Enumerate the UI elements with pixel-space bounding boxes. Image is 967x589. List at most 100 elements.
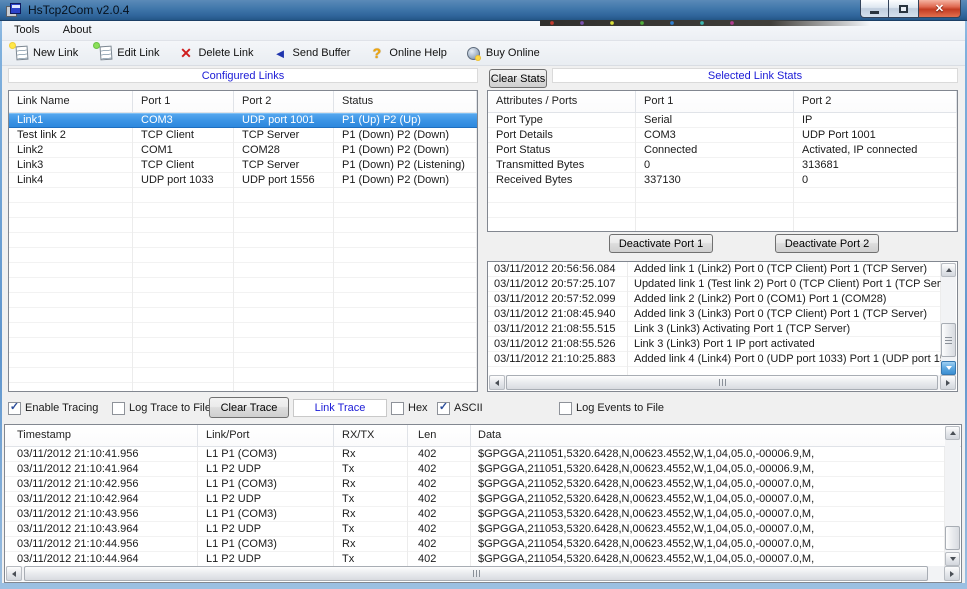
arrow-up-icon	[946, 265, 952, 272]
trace-row[interactable]: 03/11/2012 21:10:44.964L1 P2 UDPTx402$GP…	[5, 552, 945, 566]
event-log-rows: 03/11/2012 20:56:56.084Added link 1 (Lin…	[488, 262, 941, 375]
event-log-vertical-scrollbar[interactable]	[941, 263, 956, 375]
scroll-down-button[interactable]	[945, 552, 960, 566]
empty-row	[9, 233, 477, 248]
trace-horizontal-scrollbar[interactable]	[6, 566, 960, 581]
link-row-cell	[234, 338, 334, 353]
link-row-cell	[334, 248, 477, 263]
column-header-status[interactable]: Status	[334, 91, 477, 113]
scroll-right-button[interactable]	[940, 375, 956, 390]
trace-row-cell: 402	[408, 492, 471, 507]
scroll-up-button[interactable]	[941, 263, 956, 277]
menu-tools[interactable]: Tools	[6, 21, 48, 36]
scrollbar-thumb[interactable]	[945, 526, 960, 550]
stats-row-cell: Port Details	[488, 128, 636, 143]
trace-row[interactable]: 03/11/2012 21:10:42.964L1 P2 UDPTx402$GP…	[5, 492, 945, 507]
link-row[interactable]: Link3TCP ClientTCP ServerP1 (Down) P2 (L…	[9, 158, 477, 173]
column-header-data[interactable]: Data	[471, 425, 961, 447]
new-link-button[interactable]: New Link	[8, 43, 85, 63]
deactivate-port2-button[interactable]: Deactivate Port 2	[775, 234, 879, 253]
edit-link-button[interactable]: Edit Link	[92, 43, 166, 63]
trace-row-cell: $GPGGA,211054,5320.6428,N,00623.4552,W,1…	[471, 537, 945, 552]
event-row-cell: 03/11/2012 20:57:25.107	[488, 277, 628, 292]
event-log-horizontal-scrollbar[interactable]	[489, 375, 956, 390]
trace-vertical-scrollbar[interactable]	[945, 426, 960, 566]
event-row[interactable]: 03/11/2012 20:57:52.099Added link 2 (Lin…	[488, 292, 941, 307]
column-header-link-port[interactable]: Link/Port	[198, 425, 334, 447]
buy-online-button[interactable]: Buy Online	[461, 43, 547, 63]
column-header-stats-port2[interactable]: Port 2	[794, 91, 957, 113]
scrollbar-thumb[interactable]	[941, 323, 956, 357]
link-row-cell: Link4	[9, 173, 133, 188]
event-row-cell	[628, 367, 941, 375]
close-button[interactable]: ✕	[918, 0, 961, 18]
column-header-len[interactable]: Len	[408, 425, 471, 447]
stats-row[interactable]: Received Bytes3371300	[488, 173, 957, 188]
online-help-button[interactable]: ? Online Help	[364, 43, 453, 63]
scroll-left-button[interactable]	[489, 375, 505, 390]
link-row-cell	[9, 308, 133, 323]
link-row[interactable]: Link2COM1COM28P1 (Down) P2 (Down)	[9, 143, 477, 158]
link-row-cell	[334, 323, 477, 338]
column-header-stats-port1[interactable]: Port 1	[636, 91, 794, 113]
event-row[interactable]: 03/11/2012 20:57:25.107Updated link 1 (T…	[488, 277, 941, 292]
event-row-cell: Added link 2 (Link2) Port 0 (COM1) Port …	[628, 292, 941, 307]
stats-row-cell	[636, 188, 794, 203]
log-events-to-file-checkbox[interactable]: Log Events to File	[559, 401, 664, 415]
scroll-down-button[interactable]	[941, 361, 956, 375]
menu-about[interactable]: About	[55, 21, 100, 36]
send-buffer-button[interactable]: ◄ Send Buffer	[268, 43, 358, 63]
event-row[interactable]: 03/11/2012 20:56:56.084Added link 1 (Lin…	[488, 262, 941, 277]
deactivate-port1-button[interactable]: Deactivate Port 1	[609, 234, 713, 253]
column-header-rxtx[interactable]: RX/TX	[334, 425, 408, 447]
stats-row[interactable]: Port DetailsCOM3UDP Port 1001	[488, 128, 957, 143]
minimize-button[interactable]	[860, 0, 889, 18]
scroll-up-button[interactable]	[945, 426, 960, 440]
titlebar[interactable]: HsTcp2Com v2.0.4 ✕	[0, 0, 967, 21]
hex-checkbox[interactable]: Hex	[391, 401, 428, 415]
scroll-right-button[interactable]	[944, 566, 960, 581]
event-row[interactable]: 03/11/2012 21:08:55.526Link 3 (Link3) Po…	[488, 337, 941, 352]
link-row-cell	[9, 323, 133, 338]
column-header-port1[interactable]: Port 1	[133, 91, 234, 113]
trace-row[interactable]: 03/11/2012 21:10:42.956L1 P1 (COM3)Rx402…	[5, 477, 945, 492]
maximize-button[interactable]	[889, 0, 918, 18]
enable-tracing-checkbox[interactable]: Enable Tracing	[8, 401, 98, 415]
configured-links-title-text: Configured Links	[202, 70, 285, 82]
event-row[interactable]: 03/11/2012 21:10:25.883Added link 4 (Lin…	[488, 352, 941, 367]
ascii-checkbox[interactable]: ASCII	[437, 401, 483, 415]
grip-icon	[945, 337, 952, 344]
column-header-link-name[interactable]: Link Name	[9, 91, 133, 113]
trace-row[interactable]: 03/11/2012 21:10:44.956L1 P1 (COM3)Rx402…	[5, 537, 945, 552]
column-header-timestamp[interactable]: Timestamp	[5, 425, 198, 447]
trace-row[interactable]: 03/11/2012 21:10:41.964L1 P2 UDPTx402$GP…	[5, 462, 945, 477]
link-row[interactable]: Link1COM3UDP port 1001P1 (Up) P2 (Up)	[9, 113, 477, 128]
column-header-port2[interactable]: Port 2	[234, 91, 334, 113]
scrollbar-thumb[interactable]	[24, 566, 928, 581]
trace-row-cell: $GPGGA,211051,5320.6428,N,00623.4552,W,1…	[471, 447, 945, 462]
scrollbar-thumb[interactable]	[506, 375, 938, 390]
link-row-cell	[334, 233, 477, 248]
event-row[interactable]: 03/11/2012 21:08:45.940Added link 3 (Lin…	[488, 307, 941, 322]
scroll-left-button[interactable]	[6, 566, 22, 581]
stats-row[interactable]: Port TypeSerialIP	[488, 113, 957, 128]
delete-link-button[interactable]: ✕ Delete Link	[173, 43, 260, 63]
trace-row[interactable]: 03/11/2012 21:10:41.956L1 P1 (COM3)Rx402…	[5, 447, 945, 462]
link-row-cell	[334, 353, 477, 368]
event-row[interactable]: 03/11/2012 21:08:55.515Link 3 (Link3) Ac…	[488, 322, 941, 337]
clear-stats-button[interactable]: Clear Stats	[489, 69, 547, 88]
column-header-attributes[interactable]: Attributes / Ports	[488, 91, 636, 113]
log-trace-to-file-checkbox[interactable]: Log Trace to File	[112, 401, 211, 415]
link-row-cell	[9, 188, 133, 203]
link-row[interactable]: Link4UDP port 1033UDP port 1556P1 (Down)…	[9, 173, 477, 188]
empty-row	[488, 188, 957, 203]
event-row-cell: 03/11/2012 21:08:45.940	[488, 307, 628, 322]
trace-row[interactable]: 03/11/2012 21:10:43.964L1 P2 UDPTx402$GP…	[5, 522, 945, 537]
stats-row[interactable]: Transmitted Bytes0313681	[488, 158, 957, 173]
clear-trace-button[interactable]: Clear Trace	[209, 397, 289, 418]
trace-row[interactable]: 03/11/2012 21:10:43.956L1 P1 (COM3)Rx402…	[5, 507, 945, 522]
link-row[interactable]: Test link 2TCP ClientTCP ServerP1 (Down)…	[9, 128, 477, 143]
stats-row-cell	[636, 203, 794, 218]
link-row-cell: P1 (Down) P2 (Listening)	[334, 158, 477, 173]
stats-row[interactable]: Port StatusConnectedActivated, IP connec…	[488, 143, 957, 158]
